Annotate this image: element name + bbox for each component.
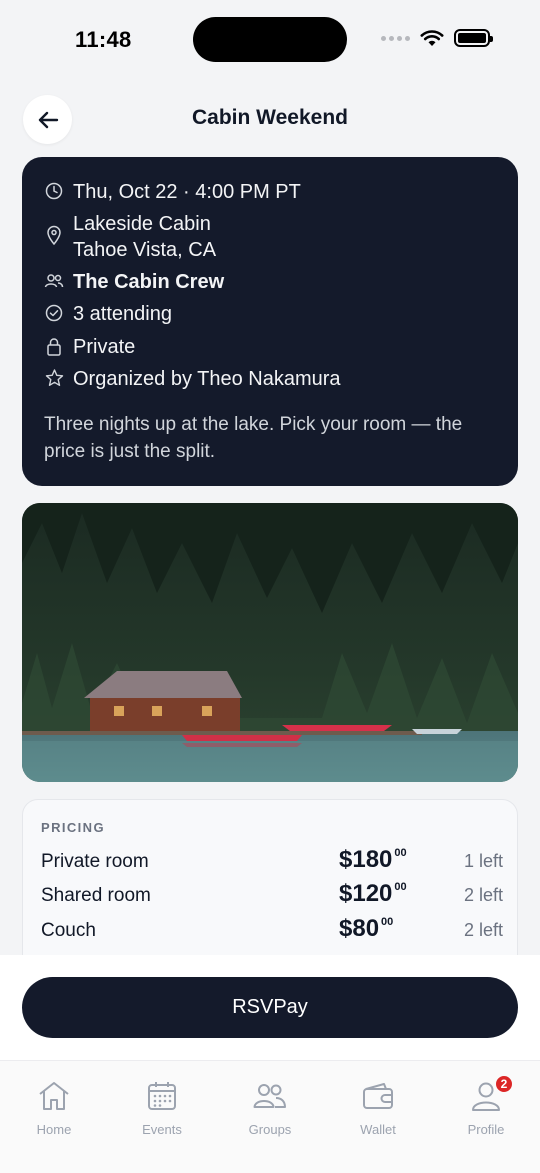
- tab-label: Profile: [467, 1122, 505, 1137]
- attending-row[interactable]: 3 attending: [44, 301, 172, 327]
- location-name: Lakeside Cabin: [73, 213, 211, 235]
- home-icon: [9, 1079, 99, 1113]
- status-bar: 11:48: [0, 0, 540, 80]
- price-option-private-room[interactable]: Private room $180 00 1 left: [41, 846, 503, 881]
- option-availability: 2 left: [463, 920, 503, 940]
- tab-label: Wallet: [360, 1122, 396, 1137]
- tab-label: Events: [142, 1122, 182, 1137]
- event-datetime: Thu, Oct 22 · 4:00 PM PT: [73, 181, 301, 203]
- tab-events[interactable]: Events: [117, 1079, 207, 1137]
- lock-icon: [44, 334, 64, 356]
- tab-bar: Home Events Groups Wallet 2 Profile: [0, 1060, 540, 1173]
- tab-wallet[interactable]: Wallet: [333, 1079, 423, 1137]
- option-price: $180 00: [339, 846, 407, 873]
- option-name: Private room: [41, 851, 149, 872]
- status-time: 11:48: [75, 27, 132, 52]
- users-icon: [225, 1079, 315, 1113]
- users-icon: [44, 269, 64, 290]
- event-description: Three nights up at the lake. Pick your r…: [44, 414, 463, 462]
- dynamic-island: [193, 17, 347, 62]
- privacy-status: Private: [73, 336, 136, 358]
- tab-label: Home: [36, 1122, 72, 1137]
- rsvpay-button[interactable]: RSVPay: [22, 977, 518, 1038]
- clock-icon: [44, 179, 64, 200]
- star-icon: [44, 366, 64, 387]
- option-availability: 2 left: [463, 885, 503, 905]
- organizer-row[interactable]: Organized by Theo Nakamura: [44, 366, 341, 392]
- option-availability: 1 left: [463, 851, 503, 871]
- check-circle-icon: [44, 301, 64, 322]
- status-icons: [381, 29, 493, 47]
- privacy-row: Private: [44, 334, 135, 360]
- location-row[interactable]: Lakeside Cabin Tahoe Vista, CA: [44, 211, 216, 263]
- option-price: $80 00: [339, 915, 394, 942]
- option-name: Shared room: [41, 885, 151, 906]
- event-photo: [22, 503, 518, 782]
- group-name: The Cabin Crew: [73, 271, 225, 293]
- map-pin-icon: [44, 211, 64, 245]
- price-option-shared-room[interactable]: Shared room $120 00 2 left: [41, 880, 503, 915]
- tab-profile[interactable]: 2 Profile: [441, 1074, 531, 1137]
- wifi-icon: [420, 30, 444, 46]
- tab-home[interactable]: Home: [9, 1079, 99, 1137]
- tab-label: Groups: [248, 1122, 292, 1137]
- signal-icon: [381, 35, 410, 41]
- battery-icon: [454, 29, 493, 47]
- price-option-couch[interactable]: Couch $80 00 2 left: [41, 915, 503, 950]
- pricing-label: PRICING: [41, 820, 105, 835]
- notification-badge: 2: [494, 1074, 514, 1094]
- user-icon: 2: [441, 1074, 531, 1113]
- location-city: Tahoe Vista, CA: [73, 239, 217, 261]
- wallet-icon: [333, 1079, 423, 1113]
- tab-groups[interactable]: Groups: [225, 1079, 315, 1137]
- attending-count: 3 attending: [73, 303, 172, 325]
- option-price: $120 00: [339, 880, 407, 907]
- group-row[interactable]: The Cabin Crew: [44, 269, 224, 295]
- page-title: Cabin Weekend: [192, 106, 348, 129]
- datetime-row: Thu, Oct 22 · 4:00 PM PT: [44, 179, 301, 205]
- organizer-name: Organized by Theo Nakamura: [73, 368, 341, 390]
- calendar-icon: [117, 1079, 207, 1113]
- option-name: Couch: [41, 920, 96, 941]
